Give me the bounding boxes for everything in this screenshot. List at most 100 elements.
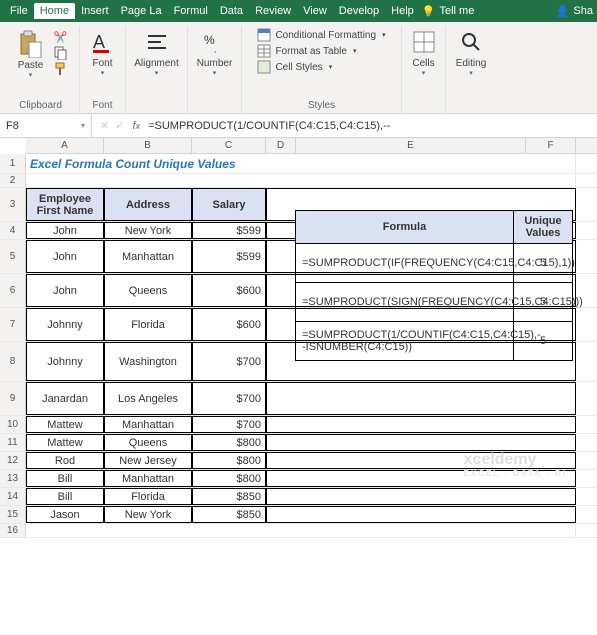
number-button[interactable]: %, Number ▾	[193, 26, 237, 79]
copy-icon[interactable]	[53, 46, 69, 60]
cell-employee[interactable]: Bill	[26, 488, 104, 505]
col-header-E[interactable]: E	[296, 138, 526, 153]
conditional-formatting-button[interactable]: Conditional Formatting▾	[257, 28, 385, 42]
format-painter-icon[interactable]	[53, 62, 69, 76]
menu-view[interactable]: View	[297, 3, 333, 19]
cell-employee[interactable]: Johnny	[26, 308, 104, 341]
cells-button[interactable]: Cells ▾	[406, 26, 442, 79]
cell-address[interactable]: Florida	[104, 308, 192, 341]
row-header[interactable]: 14	[0, 488, 26, 505]
menu-page-layout[interactable]: Page La	[115, 3, 168, 19]
unique-value-cell[interactable]: 5	[514, 322, 572, 360]
cell-salary[interactable]: $700	[192, 342, 266, 381]
cell-salary[interactable]: $599	[192, 240, 266, 273]
font-button[interactable]: A Font ▾	[85, 26, 121, 79]
menu-developer[interactable]: Develop	[333, 3, 385, 19]
cell-employee[interactable]: John	[26, 222, 104, 239]
formula-bar[interactable]: =SUMPRODUCT(1/COUNTIF(C4:C15,C4:C15),--	[146, 114, 597, 137]
cell-employee[interactable]: Mattew	[26, 434, 104, 451]
cell-address[interactable]: New York	[104, 506, 192, 523]
row-header[interactable]: 4	[0, 222, 26, 239]
cell[interactable]	[266, 506, 576, 523]
unique-value-cell[interactable]: 5	[514, 244, 572, 282]
menu-insert[interactable]: Insert	[75, 3, 115, 19]
cell-address[interactable]: Queens	[104, 274, 192, 307]
alignment-button[interactable]: Alignment ▾	[130, 26, 182, 79]
row-header[interactable]: 2	[0, 174, 26, 187]
cell[interactable]	[266, 434, 576, 451]
row-header[interactable]: 10	[0, 416, 26, 433]
row-header[interactable]: 6	[0, 274, 26, 307]
format-as-table-button[interactable]: Format as Table▾	[257, 44, 385, 58]
cell-address[interactable]: New York	[104, 222, 192, 239]
row-header[interactable]: 7	[0, 308, 26, 341]
enter-icon[interactable]: ✓	[115, 119, 124, 132]
cell[interactable]	[26, 524, 576, 537]
row-header[interactable]: 11	[0, 434, 26, 451]
tell-me[interactable]: Tell me	[439, 5, 474, 17]
unique-value-cell[interactable]: 5	[514, 283, 572, 321]
cell-salary[interactable]: $600	[192, 274, 266, 307]
formula-cell[interactable]: =SUMPRODUCT(1/COUNTIF(C4:C15,C4:C15),--I…	[296, 322, 514, 360]
row-header[interactable]: 13	[0, 470, 26, 487]
cell-salary[interactable]: $800	[192, 452, 266, 469]
row-header[interactable]: 8	[0, 342, 26, 381]
fx-icon[interactable]: fx	[132, 114, 146, 137]
col-header-A[interactable]: A	[26, 138, 104, 153]
cut-icon[interactable]: ✂️	[53, 30, 69, 44]
name-box[interactable]: F8▾	[0, 114, 92, 137]
header-address[interactable]: Address	[104, 188, 192, 221]
row-header[interactable]: 3	[0, 188, 26, 221]
cell[interactable]	[266, 470, 576, 487]
cell-address[interactable]: Washington	[104, 342, 192, 381]
formula-cell[interactable]: =SUMPRODUCT(IF(FREQUENCY(C4:C15,C4:C15),…	[296, 244, 514, 282]
header-employee[interactable]: Employee First Name	[26, 188, 104, 221]
cell-address[interactable]: Manhattan	[104, 416, 192, 433]
cell[interactable]	[266, 382, 576, 415]
cell-styles-button[interactable]: Cell Styles▾	[257, 60, 385, 74]
cell-employee[interactable]: Johnny	[26, 342, 104, 381]
cell-address[interactable]: Los Angeles	[104, 382, 192, 415]
cell-salary[interactable]: $800	[192, 470, 266, 487]
col-header-D[interactable]: D	[266, 138, 296, 153]
editing-button[interactable]: Editing ▾	[452, 26, 491, 79]
cell-salary[interactable]: $850	[192, 506, 266, 523]
cell-employee[interactable]: Jason	[26, 506, 104, 523]
sheet-title[interactable]: Excel Formula Count Unique Values	[26, 154, 576, 173]
cell-address[interactable]: New Jersey	[104, 452, 192, 469]
cell-employee[interactable]: Janardan	[26, 382, 104, 415]
menu-formulas[interactable]: Formul	[168, 3, 214, 19]
row-header[interactable]: 1	[0, 154, 26, 173]
paste-button[interactable]: Paste ▾	[13, 28, 49, 81]
cell-address[interactable]: Florida	[104, 488, 192, 505]
col-header-B[interactable]: B	[104, 138, 192, 153]
menu-file[interactable]: File	[4, 3, 34, 19]
cell-salary[interactable]: $850	[192, 488, 266, 505]
cell-salary[interactable]: $600	[192, 308, 266, 341]
cell-employee[interactable]: Mattew	[26, 416, 104, 433]
cell-employee[interactable]: John	[26, 274, 104, 307]
header-salary[interactable]: Salary	[192, 188, 266, 221]
row-header[interactable]: 5	[0, 240, 26, 273]
cell[interactable]	[266, 488, 576, 505]
menu-help[interactable]: Help	[385, 3, 420, 19]
cell-employee[interactable]: John	[26, 240, 104, 273]
menu-home[interactable]: Home	[34, 3, 75, 19]
cell-salary[interactable]: $700	[192, 382, 266, 415]
cell-address[interactable]: Manhattan	[104, 240, 192, 273]
formula-cell[interactable]: =SUMPRODUCT(SIGN(FREQUENCY(C4:C15,C4:C15…	[296, 283, 514, 321]
share-button[interactable]: 👤 Sha	[556, 5, 593, 18]
row-header[interactable]: 16	[0, 524, 26, 537]
row-header[interactable]: 9	[0, 382, 26, 415]
cell-address[interactable]: Queens	[104, 434, 192, 451]
cell[interactable]	[26, 174, 576, 187]
row-header[interactable]: 12	[0, 452, 26, 469]
cell-address[interactable]: Manhattan	[104, 470, 192, 487]
cell[interactable]	[266, 452, 576, 469]
cell[interactable]	[266, 416, 576, 433]
cancel-icon[interactable]: ✕	[100, 119, 109, 132]
cell-employee[interactable]: Bill	[26, 470, 104, 487]
menu-data[interactable]: Data	[214, 3, 249, 19]
col-header-C[interactable]: C	[192, 138, 266, 153]
cell-employee[interactable]: Rod	[26, 452, 104, 469]
